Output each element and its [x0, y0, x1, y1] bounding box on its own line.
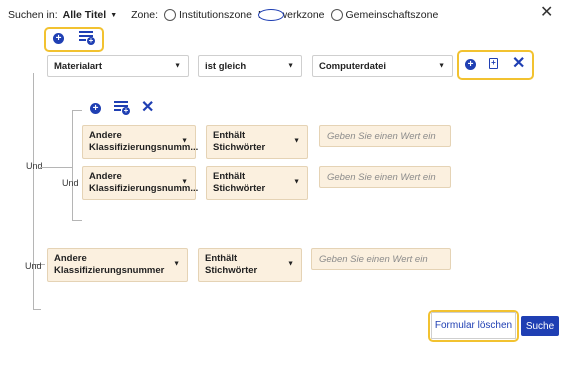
field-select[interactable]: Materialart ▼ — [47, 55, 189, 77]
chevron-down-icon: ▼ — [173, 260, 180, 268]
logic-label-and: Und — [25, 261, 42, 271]
radio-icon — [164, 9, 176, 21]
field-select[interactable]: Andere Klassifizierungsnumm... ▼ — [82, 125, 198, 159]
chevron-down-icon: ▼ — [174, 62, 181, 70]
logic-connector-line — [72, 110, 82, 111]
scope-value: Alle Titel — [62, 9, 107, 21]
logic-label-and: Und — [26, 161, 43, 171]
chevron-down-icon: ▼ — [181, 137, 188, 145]
chevron-down-icon: ▼ — [438, 62, 445, 70]
chevron-down-icon: ▼ — [287, 260, 294, 268]
field-select-value: Andere Klassifizierungsnummer — [54, 253, 165, 276]
delete-group-icon[interactable]: ✕ — [141, 100, 154, 116]
search-scope-bar: Suchen in: Alle Titel ▼ Zone: Institutio… — [8, 6, 444, 24]
value-input[interactable]: Geben Sie einen Wert ein — [311, 248, 451, 270]
value-select[interactable]: Computerdatei ▼ — [312, 55, 453, 77]
zone-radio-institution[interactable]: Institutionszone — [164, 9, 252, 21]
zone-radio-label: Gemeinschaftszone — [345, 9, 439, 21]
add-condition-icon[interactable]: + — [90, 103, 101, 114]
logic-connector-line — [72, 110, 73, 220]
value-select-value: Computerdatei — [319, 60, 387, 72]
operator-select-value: Enthält Stichwörter — [213, 171, 266, 194]
value-input[interactable]: Geben Sie einen Wert ein — [319, 125, 451, 147]
zone-radio-community[interactable]: Gemeinschaftszone — [330, 9, 439, 21]
value-input[interactable]: Geben Sie einen Wert ein — [319, 166, 451, 188]
search-button[interactable]: Suche — [521, 316, 559, 336]
operator-select-value: Enthält Stichwörter — [213, 130, 266, 153]
scope-dropdown[interactable]: Alle Titel ▼ — [63, 9, 118, 21]
logic-connector-line — [40, 167, 72, 168]
field-select-value: Materialart — [54, 60, 103, 72]
operator-select[interactable]: Enthält Stichwörter ▼ — [206, 125, 308, 159]
radio-icon — [330, 9, 343, 21]
field-select[interactable]: Andere Klassifizierungsnumm... ▼ — [82, 166, 198, 200]
chevron-down-icon: ▼ — [181, 178, 188, 186]
add-row-icon[interactable]: + — [465, 59, 476, 70]
add-group-icon[interactable]: + — [114, 101, 130, 115]
zone-radio-label: Institutionszone — [179, 9, 252, 21]
clear-form-button[interactable]: Formular löschen — [431, 312, 516, 339]
logic-label-and: Und — [62, 178, 79, 188]
zone-radio-network[interactable]: Netzwerkzone — [257, 9, 325, 21]
add-condition-icon[interactable]: + — [53, 33, 64, 44]
add-subgroup-icon[interactable]: + — [489, 58, 498, 69]
logic-connector-line — [33, 309, 41, 310]
radio-selected-icon — [257, 9, 284, 21]
chevron-down-icon: ▼ — [293, 178, 300, 186]
chevron-down-icon: ▼ — [287, 62, 294, 70]
operator-select[interactable]: Enthält Stichwörter ▼ — [198, 248, 302, 282]
chevron-down-icon: ▼ — [110, 11, 118, 19]
search-in-label: Suchen in: — [8, 9, 58, 21]
field-select[interactable]: Andere Klassifizierungsnummer ▼ — [47, 248, 188, 282]
zone-label: Zone: — [131, 9, 158, 21]
operator-select[interactable]: Enthält Stichwörter ▼ — [206, 166, 308, 200]
add-group-icon[interactable]: + — [79, 31, 95, 45]
operator-select[interactable]: ist gleich ▼ — [198, 55, 302, 77]
logic-connector-line — [33, 73, 34, 309]
operator-select-value: ist gleich — [205, 60, 247, 72]
delete-row-icon[interactable]: ✕ — [512, 56, 525, 72]
logic-connector-line — [72, 220, 82, 221]
operator-select-value: Enthält Stichwörter — [205, 253, 258, 276]
close-icon[interactable]: ✕ — [540, 2, 553, 22]
chevron-down-icon: ▼ — [293, 137, 300, 145]
